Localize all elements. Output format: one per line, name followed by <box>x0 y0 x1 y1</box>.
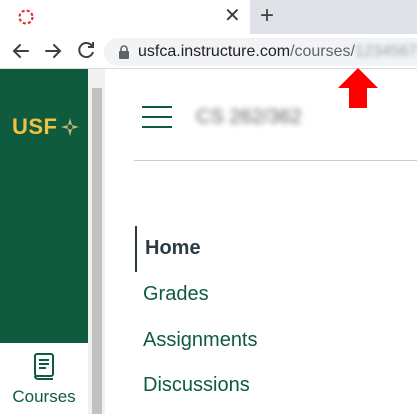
logo-text: USF <box>12 114 58 139</box>
url-text: usfca.instructure.com/courses/1234567 <box>138 43 417 60</box>
red-arrow-annotation-icon <box>338 68 378 108</box>
forward-arrow-icon[interactable] <box>40 34 66 68</box>
course-menu-toggle[interactable] <box>142 106 174 130</box>
course-title-breadcrumb[interactable]: CS 262/362 <box>196 106 302 129</box>
usf-emblem-icon <box>60 118 79 136</box>
blurred-course-id: 1234567 <box>354 43 417 60</box>
header-divider <box>134 160 417 161</box>
close-tab-icon[interactable]: ✕ <box>224 5 241 27</box>
address-bar[interactable]: usfca.instructure.com/courses/1234567 <box>104 38 417 66</box>
usf-logo[interactable]: USF <box>12 114 80 140</box>
canvas-favicon-icon <box>18 9 34 25</box>
tab-strip: ✕ + <box>0 0 417 34</box>
nav-label: Discussions <box>143 374 250 396</box>
nav-label: Assignments <box>143 329 258 351</box>
scrollbar-thumb[interactable] <box>92 88 102 414</box>
reload-icon[interactable] <box>73 34 99 68</box>
book-icon <box>34 353 54 380</box>
global-nav: USF Courses <box>0 69 88 414</box>
browser-tab[interactable]: ✕ <box>0 0 250 34</box>
lock-icon <box>119 45 129 59</box>
new-tab-button[interactable]: + <box>260 2 274 30</box>
nav-label: Home <box>145 237 201 259</box>
browser-toolbar: usfca.instructure.com/courses/1234567 <box>0 34 417 68</box>
back-arrow-icon[interactable] <box>8 34 34 68</box>
nav-label: Grades <box>143 283 209 305</box>
global-nav-courses[interactable]: Courses <box>0 343 88 414</box>
courses-label: Courses <box>12 387 76 406</box>
course-nav-home[interactable]: Home <box>135 226 201 272</box>
